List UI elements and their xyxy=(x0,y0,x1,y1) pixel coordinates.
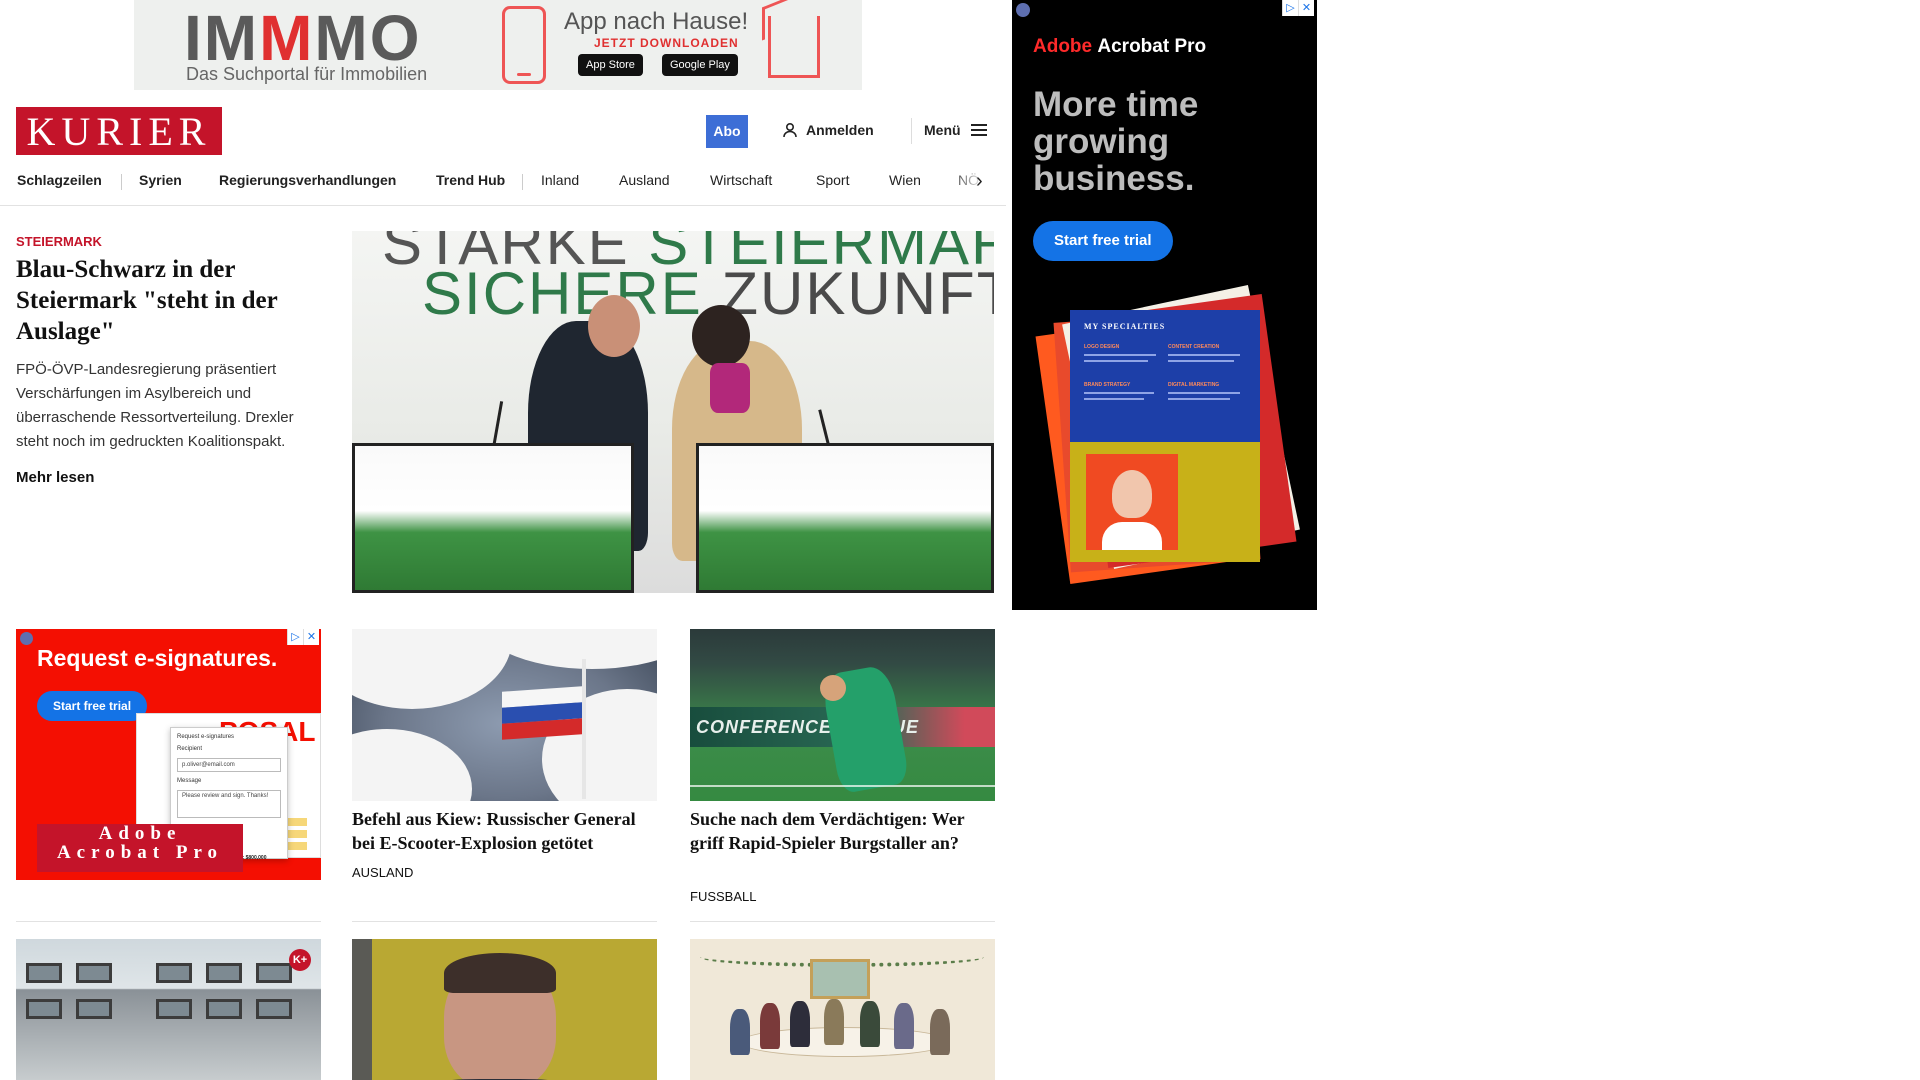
nav-item-sport[interactable]: Sport xyxy=(816,166,849,205)
card-image-building[interactable]: K+ xyxy=(16,939,321,1080)
divider xyxy=(690,921,995,922)
specialties-page: MY SPECIALTIES LOGO DESIGN CONTENT CREAT… xyxy=(1070,310,1260,562)
politician-head xyxy=(692,305,750,367)
pitch-line xyxy=(690,785,995,787)
card-image-portrait[interactable] xyxy=(352,939,657,1080)
adchoices-icon[interactable]: ▷ xyxy=(1282,0,1298,16)
lead-headline[interactable]: Blau-Schwarz in der Steiermark "steht in… xyxy=(16,254,322,347)
read-more-link[interactable]: Mehr lesen xyxy=(16,469,94,486)
ad-choices[interactable]: ▷ ✕ xyxy=(1282,0,1314,16)
immmo-logo: IMMMO xyxy=(184,2,422,74)
blouse xyxy=(710,363,750,413)
hamburger-icon xyxy=(970,124,987,136)
menu-label: Menü xyxy=(924,122,961,138)
kurier-logo[interactable]: KURIER xyxy=(16,107,222,155)
podium-right xyxy=(696,443,994,593)
app-store-badge[interactable]: App Store xyxy=(578,54,643,76)
google-play-badge[interactable]: Google Play xyxy=(662,54,738,76)
divider xyxy=(16,921,321,922)
nav-divider xyxy=(522,174,523,190)
card-kicker[interactable]: FUSSBALL xyxy=(690,889,756,904)
chevron-right-icon[interactable]: › xyxy=(976,170,983,193)
header-divider xyxy=(911,118,912,144)
nav-item-wirtschaft[interactable]: Wirtschaft xyxy=(710,166,772,205)
player-head xyxy=(820,675,846,701)
nav-item-wien[interactable]: Wien xyxy=(889,166,921,205)
adobe-logo: Adobe Acrobat Pro xyxy=(1033,36,1207,57)
lead-image[interactable]: STARKE STEIERMARK. SICHERE ZUKUNFT. xyxy=(352,231,994,593)
nav-item-inland[interactable]: Inland xyxy=(541,166,579,205)
nav-item-regierungsverhandlungen[interactable]: Regierungsverhandlungen xyxy=(219,166,396,205)
ad-subline: JETZT DOWNLOADEN xyxy=(594,36,739,50)
podium-left xyxy=(352,443,634,593)
lead-teaser: FPÖ-ÖVP-Landesregierung präsentiert Vers… xyxy=(16,361,294,450)
portrait-photo xyxy=(1086,454,1178,550)
politician-head xyxy=(588,295,640,357)
ad-headline: App nach Hause! xyxy=(564,8,749,35)
nav-item-syrien[interactable]: Syrien xyxy=(139,166,182,205)
card-kicker[interactable]: AUSLAND xyxy=(352,865,413,880)
k-plus-badge-icon: K+ xyxy=(289,949,311,971)
ad-headline: Request e-signatures. xyxy=(37,645,278,671)
nav-item-schlagzeilen[interactable]: Schlagzeilen xyxy=(17,166,102,205)
specialties-title: MY SPECIALTIES xyxy=(1084,322,1166,331)
house-icon xyxy=(768,16,820,78)
start-trial-button[interactable]: Start free trial xyxy=(37,691,148,721)
ad-badge-icon xyxy=(1016,3,1030,17)
abo-button[interactable]: Abo xyxy=(706,115,748,148)
section-nav: Schlagzeilen Syrien Regierungsverhandlun… xyxy=(0,166,1006,206)
microphone xyxy=(491,401,504,449)
card-image-painting[interactable] xyxy=(690,939,995,1080)
close-icon[interactable]: ✕ xyxy=(1298,0,1314,16)
divider xyxy=(352,921,657,922)
menu-button[interactable]: Menü xyxy=(924,122,987,138)
login-label: Anmelden xyxy=(806,122,874,138)
adobe-logo: Adobe Acrobat Pro xyxy=(37,824,243,872)
nav-item-ausland[interactable]: Ausland xyxy=(619,166,670,205)
start-trial-button[interactable]: Start free trial xyxy=(1033,221,1173,261)
card-headline[interactable]: Befehl aus Kiew: Russischer General bei … xyxy=(352,807,657,855)
top-banner-ad[interactable]: IMMMO Das Suchportal für Immobilien App … xyxy=(134,0,862,90)
user-icon xyxy=(783,122,797,138)
nav-item-trend-hub[interactable]: Trend Hub xyxy=(436,166,505,205)
ad-badge-icon xyxy=(20,632,33,645)
card-image-flag[interactable] xyxy=(352,629,657,801)
ad-choices[interactable]: ▷ ✕ xyxy=(287,629,319,645)
adchoices-icon[interactable]: ▷ xyxy=(287,629,303,645)
card-image-soccer[interactable]: CONFERENCE LEAGUE xyxy=(690,629,995,801)
nav-divider xyxy=(121,174,122,190)
lead-kicker[interactable]: STEIERMARK xyxy=(16,234,102,249)
login-button[interactable]: Anmelden xyxy=(782,122,874,138)
square-ad[interactable]: ▷ ✕ Request e-signatures. Start free tri… xyxy=(16,629,321,880)
close-icon[interactable]: ✕ xyxy=(303,629,319,645)
skyscraper-ad[interactable]: ▷ ✕ Adobe Acrobat Pro More time growing … xyxy=(1012,0,1317,610)
immmo-tagline: Das Suchportal für Immobilien xyxy=(186,64,428,84)
card-headline[interactable]: Suche nach dem Verdächtigen: Wer griff R… xyxy=(690,807,995,855)
ad-headline: More time growing business. xyxy=(1033,85,1199,198)
phone-icon xyxy=(502,6,546,84)
